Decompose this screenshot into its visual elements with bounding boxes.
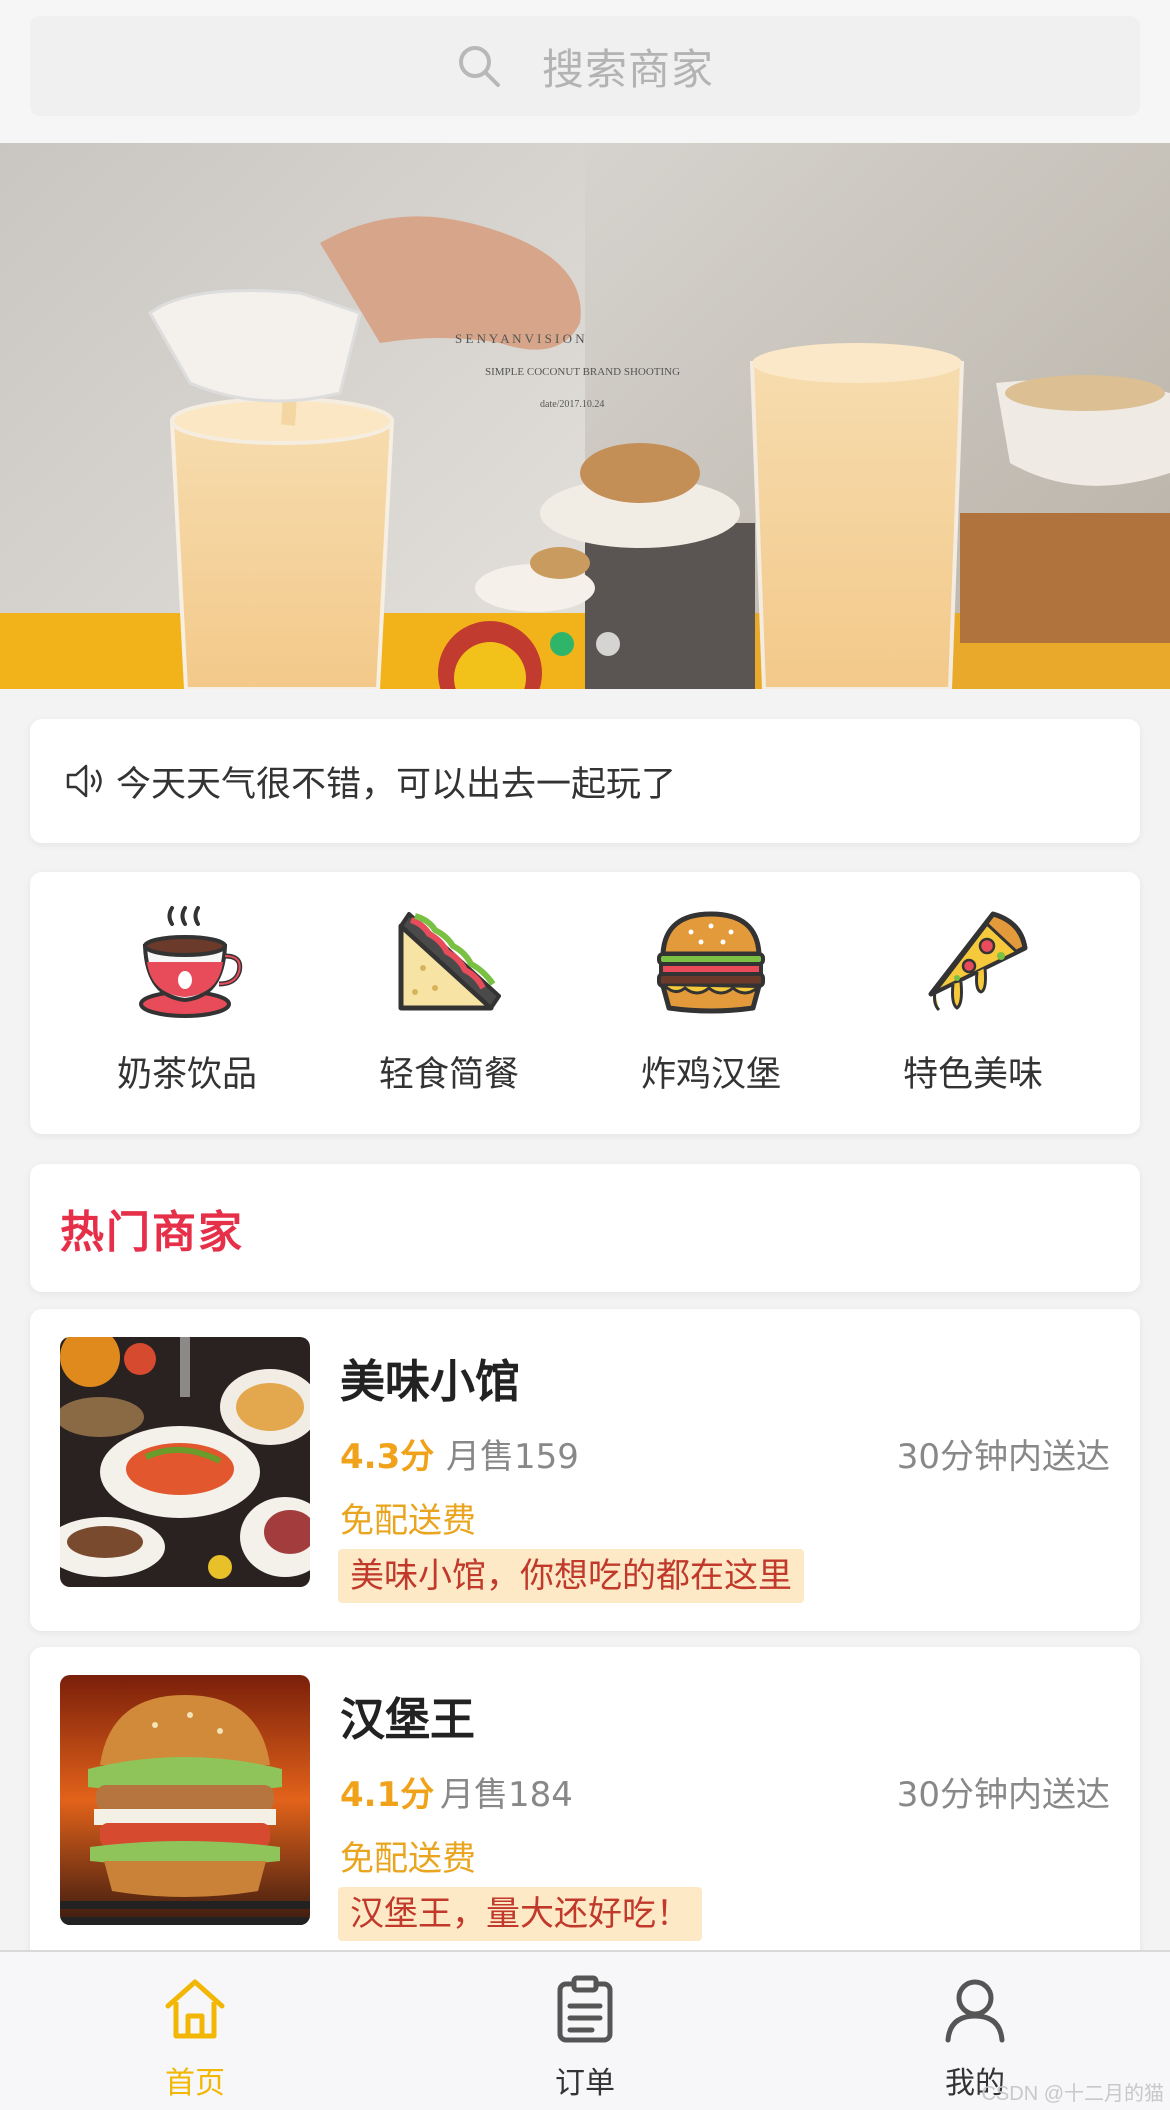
shop-delivery-time: 30分钟内送达 [896, 1437, 1110, 1477]
sandwich-icon [398, 912, 501, 1011]
category-milk-tea[interactable]: 奶茶饮品 [56, 872, 318, 1134]
tab-orders[interactable]: 订单 [390, 1952, 780, 2110]
hot-shops-title: 热门商家 [60, 1207, 244, 1258]
shop-slogan: 美味小馆，你想吃的都在这里 [338, 1549, 804, 1603]
bottom-tab-bar: 首页 订单 我的 CSDN @十二月的猫 [0, 1950, 1170, 2110]
shop-slogan: 汉堡王，量大还好吃！ [338, 1887, 702, 1941]
shop-card[interactable]: 汉堡王 4.1分 月售184 30分钟内送达 免配送费 汉堡王，量大还好吃！ [30, 1647, 1140, 1977]
shop-rating: 4.3分 [340, 1437, 435, 1477]
banner-brand-text: S E N Y A N V I S I O N [455, 331, 585, 346]
category-specialty[interactable]: 特色美味 [842, 872, 1104, 1134]
banner-image: S E N Y A N V I S I O N SIMPLE COCONUT B… [0, 143, 1170, 689]
shop-monthly-sales: 月售159 [446, 1437, 579, 1477]
user-icon [945, 1979, 1005, 2043]
search-header: 搜索商家 [0, 0, 1170, 143]
orders-icon [557, 1975, 613, 2043]
banner-date-text: date/2017.10.24 [540, 399, 604, 410]
notice-bar[interactable]: 今天天气很不错，可以出去一起玩了 [30, 719, 1140, 843]
category-label: 轻食简餐 [378, 1055, 519, 1095]
banner-subtitle-text: SIMPLE COCONUT BRAND SHOOTING [485, 366, 680, 378]
category-burger[interactable]: 炸鸡汉堡 [580, 872, 842, 1134]
shop-delivery-time: 30分钟内送达 [896, 1775, 1110, 1815]
category-label: 炸鸡汉堡 [640, 1055, 781, 1095]
search-input[interactable]: 搜索商家 [30, 16, 1140, 116]
hot-shops-header: 热门商家 [30, 1164, 1140, 1292]
carousel-dot[interactable] [596, 632, 620, 656]
shop-monthly-sales: 月售184 [440, 1775, 573, 1815]
milk-tea-icon [139, 906, 243, 1018]
pizza-icon [928, 911, 1028, 1012]
category-light-meal[interactable]: 轻食简餐 [318, 872, 580, 1134]
speaker-icon [66, 764, 102, 798]
search-icon [458, 46, 500, 87]
carousel-indicator[interactable] [550, 632, 620, 656]
category-label: 奶茶饮品 [116, 1055, 257, 1095]
tab-home[interactable]: 首页 [0, 1952, 390, 2110]
notice-text: 今天天气很不错，可以出去一起玩了 [116, 764, 677, 805]
shop-delivery-fee: 免配送费 [340, 1839, 476, 1879]
shop-thumbnail [60, 1337, 310, 1587]
banner-carousel[interactable]: S E N Y A N V I S I O N SIMPLE COCONUT B… [0, 143, 1170, 689]
carousel-dot-active[interactable] [550, 632, 574, 656]
category-label: 特色美味 [902, 1055, 1043, 1095]
shop-card[interactable]: 美味小馆 4.3分 月售159 30分钟内送达 免配送费 美味小馆，你想吃的都在… [30, 1309, 1140, 1631]
tab-label: 订单 [555, 2066, 615, 2101]
category-grid: 奶茶饮品 轻食简餐 炸鸡汉堡 特色美味 [30, 872, 1140, 1134]
shop-delivery-fee: 免配送费 [340, 1501, 476, 1541]
home-icon [165, 1979, 225, 2039]
burger-icon [657, 911, 765, 1014]
tab-label: 首页 [165, 2066, 225, 2101]
shop-name: 美味小馆 [340, 1355, 521, 1408]
shop-name: 汉堡王 [340, 1693, 476, 1746]
watermark: CSDN @十二月的猫 [981, 2083, 1164, 2105]
shop-rating: 4.1分 [340, 1775, 435, 1815]
search-placeholder: 搜索商家 [541, 44, 714, 94]
shop-thumbnail [60, 1675, 310, 1925]
